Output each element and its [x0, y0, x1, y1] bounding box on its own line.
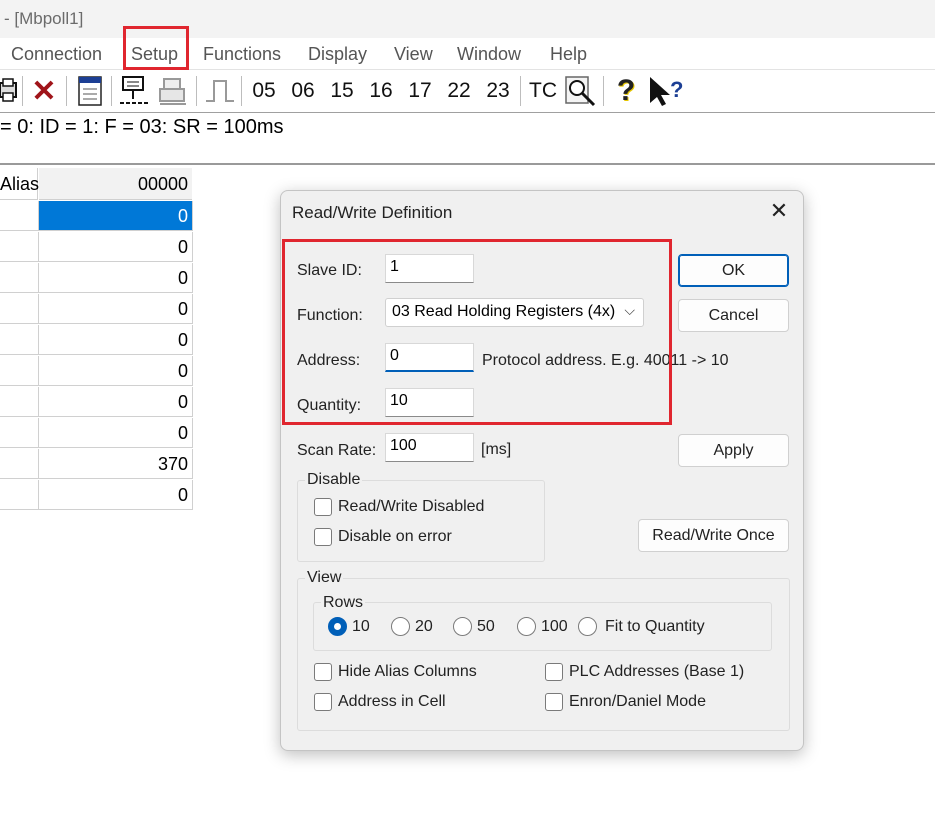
ok-button[interactable]: OK — [678, 254, 789, 287]
menu-view[interactable]: View — [394, 44, 433, 65]
fc17-button[interactable]: 17 — [406, 74, 434, 108]
status-text: = 0: ID = 1: F = 03: SR = 100ms — [0, 116, 284, 138]
toolbar-separator — [196, 76, 197, 106]
window-title: - [Mbpoll1] — [4, 9, 84, 28]
value-column-header[interactable]: 00000 — [39, 168, 192, 200]
enron-mode-label[interactable]: Enron/Daniel Mode — [569, 693, 706, 711]
scan-rate-unit: [ms] — [481, 441, 512, 458]
fc22-button[interactable]: 22 — [445, 74, 473, 108]
register-value-cell[interactable]: 0 — [39, 387, 193, 417]
help-icon[interactable]: ? — [612, 74, 640, 108]
register-value-cell[interactable]: 0 — [39, 263, 193, 293]
scan-rate-field[interactable]: 100 — [385, 433, 474, 462]
rows-100-radio[interactable] — [517, 617, 536, 636]
register-value-cell[interactable]: 0 — [39, 232, 193, 262]
rows-fit-radio[interactable] — [578, 617, 597, 636]
scan-rate-label: Scan Rate: — [297, 442, 377, 459]
rows-100-label[interactable]: 100 — [541, 618, 568, 636]
disconnect-icon[interactable]: ✕ — [30, 74, 58, 108]
disable-on-error-label[interactable]: Disable on error — [338, 528, 452, 546]
disable-group-label: Disable — [305, 471, 363, 489]
toolbar-separator — [603, 76, 604, 106]
svg-text:?: ? — [670, 77, 683, 102]
setup-highlight-box — [123, 26, 189, 70]
printer-disabled-icon[interactable] — [156, 74, 190, 108]
alias-cell[interactable] — [0, 449, 39, 479]
register-value-cell[interactable]: 0 — [39, 418, 193, 448]
alias-column-header[interactable]: Alias — [0, 168, 39, 200]
cancel-button[interactable]: Cancel — [678, 299, 789, 332]
rw-disabled-label[interactable]: Read/Write Disabled — [338, 498, 484, 516]
alias-cell[interactable] — [0, 263, 39, 293]
apply-button[interactable]: Apply — [678, 434, 789, 467]
context-help-icon[interactable]: ? — [646, 74, 686, 108]
rows-10-label[interactable]: 10 — [352, 618, 370, 636]
address-in-cell-checkbox[interactable] — [314, 693, 332, 711]
fc05-button[interactable]: 05 — [250, 74, 278, 108]
register-value-cell[interactable]: 0 — [39, 294, 193, 324]
settings-highlight-box — [282, 239, 672, 425]
toolbar-separator — [66, 76, 67, 106]
menu-connection[interactable]: Connection — [11, 44, 102, 65]
alias-cell[interactable] — [0, 232, 39, 262]
alias-cell[interactable] — [0, 356, 39, 386]
menu-functions[interactable]: Functions — [203, 44, 281, 65]
fc23-button[interactable]: 23 — [484, 74, 512, 108]
toolbar: ✕ 05 06 15 16 17 22 23 TC ? ? — [0, 70, 935, 112]
read-write-once-button[interactable]: Read/Write Once — [638, 519, 789, 552]
view-group-label: View — [305, 569, 344, 587]
alias-cell[interactable] — [0, 418, 39, 448]
rw-disabled-checkbox[interactable] — [314, 498, 332, 516]
enron-mode-checkbox[interactable] — [545, 693, 563, 711]
menu-help[interactable]: Help — [550, 44, 587, 65]
address-in-cell-label[interactable]: Address in Cell — [338, 693, 446, 711]
dialog-title: Read/Write Definition — [292, 203, 453, 222]
rows-fit-label[interactable]: Fit to Quantity — [605, 618, 705, 636]
print-icon[interactable] — [0, 74, 18, 108]
alias-cell[interactable] — [0, 201, 39, 231]
toolbar-separator — [111, 76, 112, 106]
menu-window[interactable]: Window — [457, 44, 521, 65]
alias-cell[interactable] — [0, 387, 39, 417]
rows-10-radio[interactable] — [328, 617, 347, 636]
register-value-cell[interactable]: 0 — [39, 201, 193, 231]
register-value-cell[interactable]: 0 — [39, 325, 193, 355]
window-icon[interactable] — [76, 74, 104, 108]
register-value-cell[interactable]: 0 — [39, 480, 193, 510]
alias-cell[interactable] — [0, 325, 39, 355]
hide-alias-label[interactable]: Hide Alias Columns — [338, 663, 477, 681]
close-icon[interactable]: ✕ — [767, 199, 791, 223]
rows-20-label[interactable]: 20 — [415, 618, 433, 636]
rows-50-radio[interactable] — [453, 617, 472, 636]
connection-status-bar: = 0: ID = 1: F = 03: SR = 100ms — [0, 112, 935, 165]
fc06-button[interactable]: 06 — [289, 74, 317, 108]
connect-icon[interactable] — [118, 74, 152, 108]
alias-cell[interactable] — [0, 294, 39, 324]
register-value-cell[interactable]: 0 — [39, 356, 193, 386]
hide-alias-checkbox[interactable] — [314, 663, 332, 681]
test-center-icon[interactable] — [564, 74, 598, 108]
tc-button[interactable]: TC — [527, 74, 559, 108]
plc-addresses-checkbox[interactable] — [545, 663, 563, 681]
fc15-button[interactable]: 15 — [328, 74, 356, 108]
alias-cell[interactable] — [0, 480, 39, 510]
toolbar-separator — [22, 76, 23, 106]
rows-group-label: Rows — [321, 594, 366, 612]
toolbar-separator — [520, 76, 521, 106]
rows-20-radio[interactable] — [391, 617, 410, 636]
pulse-icon[interactable] — [204, 74, 236, 108]
toolbar-separator — [241, 76, 242, 106]
disable-group — [297, 480, 545, 562]
disable-on-error-checkbox[interactable] — [314, 528, 332, 546]
plc-addresses-label[interactable]: PLC Addresses (Base 1) — [569, 663, 744, 681]
menu-display[interactable]: Display — [308, 44, 367, 65]
fc16-button[interactable]: 16 — [367, 74, 395, 108]
rows-50-label[interactable]: 50 — [477, 618, 495, 636]
register-value-cell[interactable]: 370 — [39, 449, 193, 479]
